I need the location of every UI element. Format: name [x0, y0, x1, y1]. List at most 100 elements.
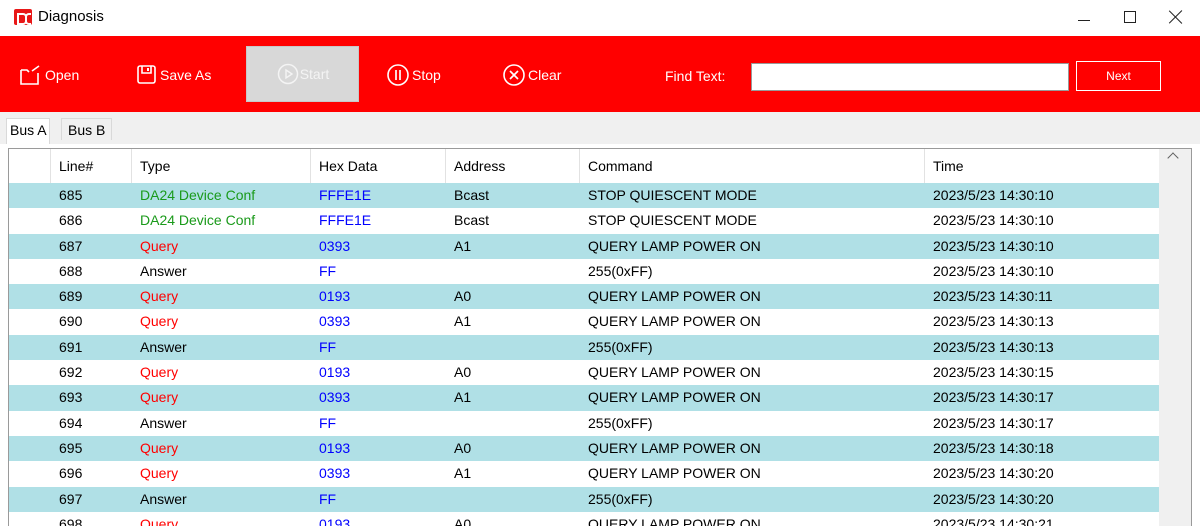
cell-address: Bcast	[454, 212, 490, 229]
save-as-button[interactable]: Save As	[136, 62, 211, 88]
cell-line: 690	[59, 313, 83, 330]
table-row[interactable]: 691 Answer FF 255(0xFF) 2023/5/23 14:30:13	[9, 334, 1159, 361]
cell-line: 698	[59, 515, 83, 526]
cell-type: Query	[140, 515, 179, 526]
cell-time: 2023/5/23 14:30:10	[933, 187, 1054, 203]
cell-address	[446, 335, 454, 360]
cell-time: 2023/5/23 14:30:15	[933, 364, 1054, 381]
cell-line: 695	[59, 439, 83, 456]
cell-address	[446, 411, 454, 436]
grid-header: Line# Type Hex Data Address Command Time	[9, 149, 1159, 183]
open-folder-icon	[20, 65, 40, 85]
cell-command: 255(0xFF)	[588, 490, 653, 507]
header-command[interactable]: Command	[580, 149, 925, 183]
table-row[interactable]: 692 Query 0193 A0 QUERY LAMP POWER ON 2023/5/…	[9, 360, 1159, 385]
cell-address: A0	[454, 288, 472, 305]
table-row[interactable]: 695 Query 0193 A0 QUERY LAMP POWER ON 2023/5/…	[9, 435, 1159, 462]
cell-address	[446, 259, 454, 284]
cell-command: 255(0xFF)	[588, 262, 653, 279]
table-row[interactable]: 689 Query 0193 A0 QUERY LAMP POWER ON 2023/5/…	[9, 284, 1159, 310]
cell-line: 691	[59, 338, 83, 355]
window-title: Diagnosis	[38, 8, 104, 25]
maximize-icon	[1124, 11, 1136, 23]
cell-command: QUERY LAMP POWER ON	[588, 364, 761, 381]
cell-hex: FF	[319, 414, 337, 431]
cell-time: 2023/5/23 14:30:10	[933, 262, 1054, 279]
vertical-scrollbar[interactable]	[1159, 149, 1191, 526]
cell-address: A0	[454, 439, 472, 456]
table-row[interactable]: 686 DA24 Device Conf FFFE1E Bcast STOP QUIES…	[9, 208, 1159, 233]
open-button[interactable]: Open	[19, 62, 79, 88]
stop-button[interactable]: Stop	[386, 62, 441, 88]
cell-hex: FFFE1E	[319, 212, 372, 229]
cell-command: QUERY LAMP POWER ON	[588, 288, 761, 305]
start-button[interactable]: Start	[246, 46, 359, 102]
save-as-label: Save As	[160, 67, 212, 83]
scroll-up-icon[interactable]	[1167, 152, 1179, 164]
header-time[interactable]: Time	[925, 149, 1159, 183]
cell-hex: 0393	[319, 465, 351, 482]
cell-line: 688	[59, 262, 83, 279]
cell-type: Query	[140, 313, 179, 330]
cell-type: DA24 Device Conf	[140, 212, 256, 229]
cell-command: QUERY LAMP POWER ON	[588, 389, 761, 406]
minimize-icon	[1078, 19, 1090, 21]
cell-command: QUERY LAMP POWER ON	[588, 465, 761, 482]
cell-type: Answer	[140, 338, 187, 355]
cell-address: A1	[454, 465, 472, 482]
table-row[interactable]: 688 Answer FF 255(0xFF) 2023/5/23 14:30:10	[9, 259, 1159, 284]
cell-hex: FFFE1E	[319, 187, 372, 203]
clear-button[interactable]: Clear	[502, 62, 561, 88]
table-row[interactable]: 694 Answer FF 255(0xFF) 2023/5/23 14:30:17	[9, 411, 1159, 436]
table-row[interactable]: 696 Query 0393 A1 QUERY LAMP POWER ON 2023/5/…	[9, 461, 1159, 486]
cell-time: 2023/5/23 14:30:10	[933, 212, 1054, 229]
table-row[interactable]: 698 Query 0193 A0 QUERY LAMP POWER ON 2023/5/…	[9, 512, 1159, 526]
close-button[interactable]	[1153, 0, 1199, 34]
table-row[interactable]: 693 Query 0393 A1 QUERY LAMP POWER ON 2023/5/…	[9, 385, 1159, 411]
clear-label: Clear	[528, 67, 562, 83]
cell-time: 2023/5/23 14:30:17	[933, 414, 1054, 431]
header-type[interactable]: Type	[132, 149, 311, 183]
cell-type: Query	[140, 465, 179, 482]
find-text-label: Find Text:	[665, 68, 726, 84]
play-icon	[277, 63, 298, 85]
open-label: Open	[45, 67, 80, 83]
cell-time: 2023/5/23 14:30:11	[933, 288, 1053, 305]
tab-bus-b[interactable]: Bus B	[61, 118, 113, 140]
header-address[interactable]: Address	[446, 149, 580, 183]
next-button[interactable]: Next	[1076, 61, 1161, 91]
log-grid: Line# Type Hex Data Address Command Time…	[8, 148, 1192, 526]
cell-command: 255(0xFF)	[588, 338, 653, 355]
tab-bus-a[interactable]: Bus A	[6, 118, 50, 144]
pause-icon	[387, 64, 409, 86]
cell-hex: 0393	[319, 237, 351, 254]
cell-type: Query	[140, 389, 179, 406]
table-row[interactable]: 697 Answer FF 255(0xFF) 2023/5/23 14:30:20	[9, 486, 1159, 512]
title-bar: Diagnosis	[0, 0, 1200, 34]
save-icon	[137, 65, 156, 84]
cell-line: 686	[59, 212, 83, 229]
cell-line: 687	[59, 237, 83, 254]
table-row[interactable]: 687 Query 0393 A1 QUERY LAMP POWER ON 2023/5/…	[9, 233, 1159, 259]
header-line[interactable]: Line#	[51, 149, 132, 183]
cell-address: Bcast	[454, 187, 490, 203]
header-hex-data[interactable]: Hex Data	[311, 149, 446, 183]
cell-type: Answer	[140, 262, 187, 279]
cell-address: A1	[454, 237, 472, 254]
cell-time: 2023/5/23 14:30:18	[933, 439, 1054, 456]
minimize-button[interactable]	[1061, 0, 1107, 34]
table-row[interactable]: 690 Query 0393 A1 QUERY LAMP POWER ON 2023/5/…	[9, 309, 1159, 334]
cell-line: 685	[59, 187, 83, 203]
cell-hex: 0193	[319, 364, 351, 381]
cell-type: Query	[140, 439, 179, 456]
cell-type: Answer	[140, 490, 187, 507]
grid-rows: 685 DA24 Device Conf FFFE1E Bcast STOP QUIES…	[9, 183, 1159, 526]
cell-address: A1	[454, 389, 472, 406]
table-row[interactable]: 685 DA24 Device Conf FFFE1E Bcast STOP QUIES…	[9, 183, 1159, 209]
cell-type: Query	[140, 288, 179, 305]
find-text-input[interactable]	[751, 63, 1069, 91]
header-row-selector	[9, 149, 51, 183]
cell-command: QUERY LAMP POWER ON	[588, 237, 761, 254]
cell-time: 2023/5/23 14:30:10	[933, 237, 1054, 254]
maximize-button[interactable]	[1107, 0, 1153, 34]
